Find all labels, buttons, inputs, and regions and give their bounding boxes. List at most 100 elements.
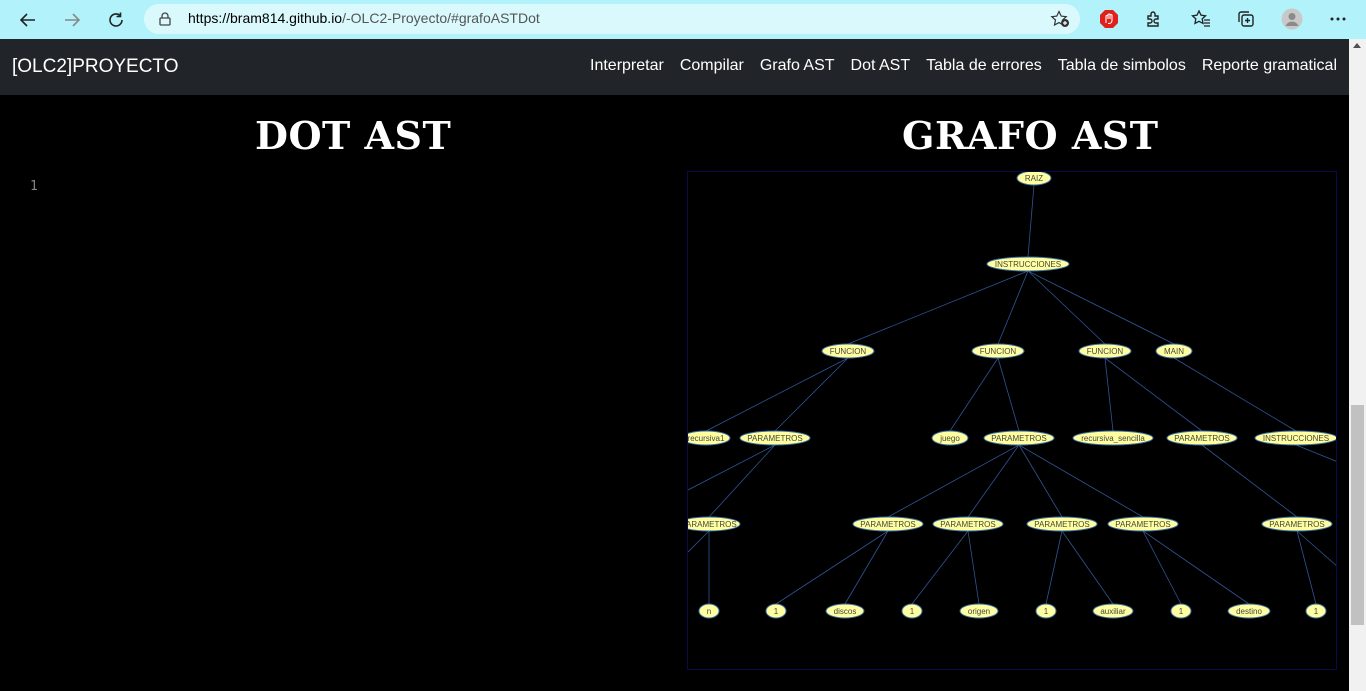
ast-edge (844, 530, 889, 605)
ast-edge (1027, 184, 1035, 258)
ast-edge (997, 357, 1020, 432)
lock-icon[interactable] (158, 11, 172, 31)
main-content: DOT AST GRAFO AST 1 RAIZ INSTRUCCIONES FUN… (0, 95, 1349, 691)
ast-edge (1104, 357, 1203, 432)
more-icon[interactable] (1327, 8, 1349, 30)
ast-node-label: RAIZ (1025, 174, 1043, 183)
grafo-ast-title: GRAFO AST (902, 113, 1159, 158)
ast-edge (1104, 357, 1114, 432)
ast-edge (997, 270, 1029, 345)
ast-node-label: 1 (1044, 607, 1049, 616)
ast-edge (1027, 270, 1175, 345)
url-text[interactable]: https://bram814.github.io/-OLC2-Proyecto… (188, 10, 540, 26)
ast-node-label: INSTRUCCIONES (1263, 434, 1329, 443)
ast-node-label: origen (968, 607, 990, 616)
ast-edge (1296, 530, 1336, 566)
ast-node-one3: 1 (1035, 603, 1057, 619)
ast-node-recs: recursiva_sencilla (1072, 430, 1154, 446)
ast-edge (775, 530, 889, 605)
ast-node-f2: FUNCION (971, 343, 1025, 359)
ast-node-auxiliar: auxiliar (1092, 603, 1134, 619)
ast-node-label: discos (834, 607, 857, 616)
ast-node-discos: discos (825, 603, 865, 619)
ast-graph-container: RAIZ INSTRUCCIONES FUNCION FUNCION FUNCION MA… (687, 171, 1337, 670)
ast-edge (708, 444, 776, 518)
nav-grafo-ast[interactable]: Grafo AST (760, 57, 835, 75)
ast-node-label: FUNCION (1087, 347, 1124, 356)
ast-edge (949, 357, 999, 432)
ast-node-p2b: PARAMETROS (932, 516, 1004, 532)
ast-node-label: 1 (1179, 607, 1184, 616)
page-scrollbar[interactable] (1349, 39, 1366, 691)
ast-node-label: recursiva_sencilla (1081, 434, 1145, 443)
ast-node-f1: FUNCION (821, 343, 875, 359)
ast-edge (847, 270, 1029, 345)
scrollbar-thumb[interactable] (1351, 405, 1364, 625)
brand-link[interactable]: [OLC2]PROYECTO (12, 56, 178, 78)
ast-edge (705, 357, 849, 432)
ast-node-one1: 1 (765, 603, 787, 619)
ast-edge (911, 530, 969, 605)
profile-icon[interactable] (1281, 8, 1303, 30)
ast-edge (1173, 357, 1297, 432)
ast-node-raiz: RAIZ (1016, 172, 1052, 186)
back-icon[interactable] (14, 6, 42, 34)
address-bar[interactable]: https://bram814.github.io/-OLC2-Proyecto… (144, 4, 1080, 34)
line-number: 1 (30, 179, 38, 194)
ast-edge (1201, 444, 1298, 518)
ast-edge (774, 357, 849, 432)
ast-node-label: PARAMETROS (688, 520, 737, 529)
ast-node-label: PARAMETROS (1115, 520, 1170, 529)
ast-node-label: PARAMETROS (1269, 520, 1324, 529)
browser-toolbar: https://bram814.github.io/-OLC2-Proyecto… (0, 0, 1366, 39)
ast-node-label: PARAMETROS (940, 520, 995, 529)
scroll-up-icon[interactable] (1353, 43, 1361, 48)
ast-node-label: FUNCION (830, 347, 867, 356)
ast-node-p3: PARAMETROS (1166, 430, 1238, 446)
ast-node-label: PARAMETROS (991, 434, 1046, 443)
url-path: /-OLC2-Proyecto/#grafoASTDot (342, 10, 540, 26)
ast-node-label: juego (939, 434, 960, 443)
nav-compilar[interactable]: Compilar (680, 57, 744, 75)
ast-node-p3a: PARAMETROS (1261, 516, 1333, 532)
dot-code-editor[interactable]: 1 (0, 177, 665, 677)
collections-icon[interactable] (1235, 8, 1257, 30)
nav-tabla-errores[interactable]: Tabla de errores (926, 57, 1042, 75)
dot-ast-title: DOT AST (255, 113, 452, 158)
ast-edge (1142, 530, 1250, 605)
ast-node-label: PARAMETROS (1174, 434, 1229, 443)
ast-edge (887, 444, 1020, 518)
ast-node-f3: FUNCION (1078, 343, 1132, 359)
ast-node-rec1: recursiva1 (688, 430, 731, 446)
ast-node-label: 1 (774, 607, 779, 616)
nav-interpretar[interactable]: Interpretar (590, 57, 664, 75)
ast-graph: RAIZ INSTRUCCIONES FUNCION FUNCION FUNCION MA… (688, 172, 1336, 619)
favorites-icon[interactable] (1190, 8, 1212, 30)
ast-edge (1018, 444, 1063, 518)
nav-reporte-gramatical[interactable]: Reporte gramatical (1202, 57, 1337, 75)
ast-node-label: MAIN (1164, 347, 1184, 356)
nav-dot-ast[interactable]: Dot AST (851, 57, 911, 75)
ast-edge (967, 530, 980, 605)
adblock-icon[interactable] (1098, 8, 1120, 30)
ast-node-destino: destino (1227, 603, 1271, 619)
forward-icon[interactable] (58, 6, 86, 34)
extensions-icon[interactable] (1143, 8, 1165, 30)
ast-node-n: n (698, 603, 720, 619)
refresh-icon[interactable] (102, 6, 130, 34)
ast-edge (1295, 444, 1336, 462)
nav-tabla-simbolos[interactable]: Tabla de simbolos (1058, 57, 1186, 75)
ast-node-origen: origen (959, 603, 999, 619)
ast-edge (688, 530, 710, 553)
ast-node-instr: INSTRUCCIONES (986, 256, 1070, 272)
ast-node-instr2: INSTRUCCIONES (1254, 430, 1336, 446)
ast-node-label: n (707, 607, 711, 616)
star-add-icon[interactable] (1050, 10, 1070, 32)
ast-node-one5: 1 (1305, 603, 1327, 619)
ast-node-main: MAIN (1155, 343, 1193, 359)
ast-node-p1a: PARAMETROS (688, 516, 741, 532)
ast-node-label: 1 (910, 607, 915, 616)
ast-node-p2d: PARAMETROS (1107, 516, 1179, 532)
ast-node-one2: 1 (901, 603, 923, 619)
ast-node-p2a: PARAMETROS (852, 516, 924, 532)
